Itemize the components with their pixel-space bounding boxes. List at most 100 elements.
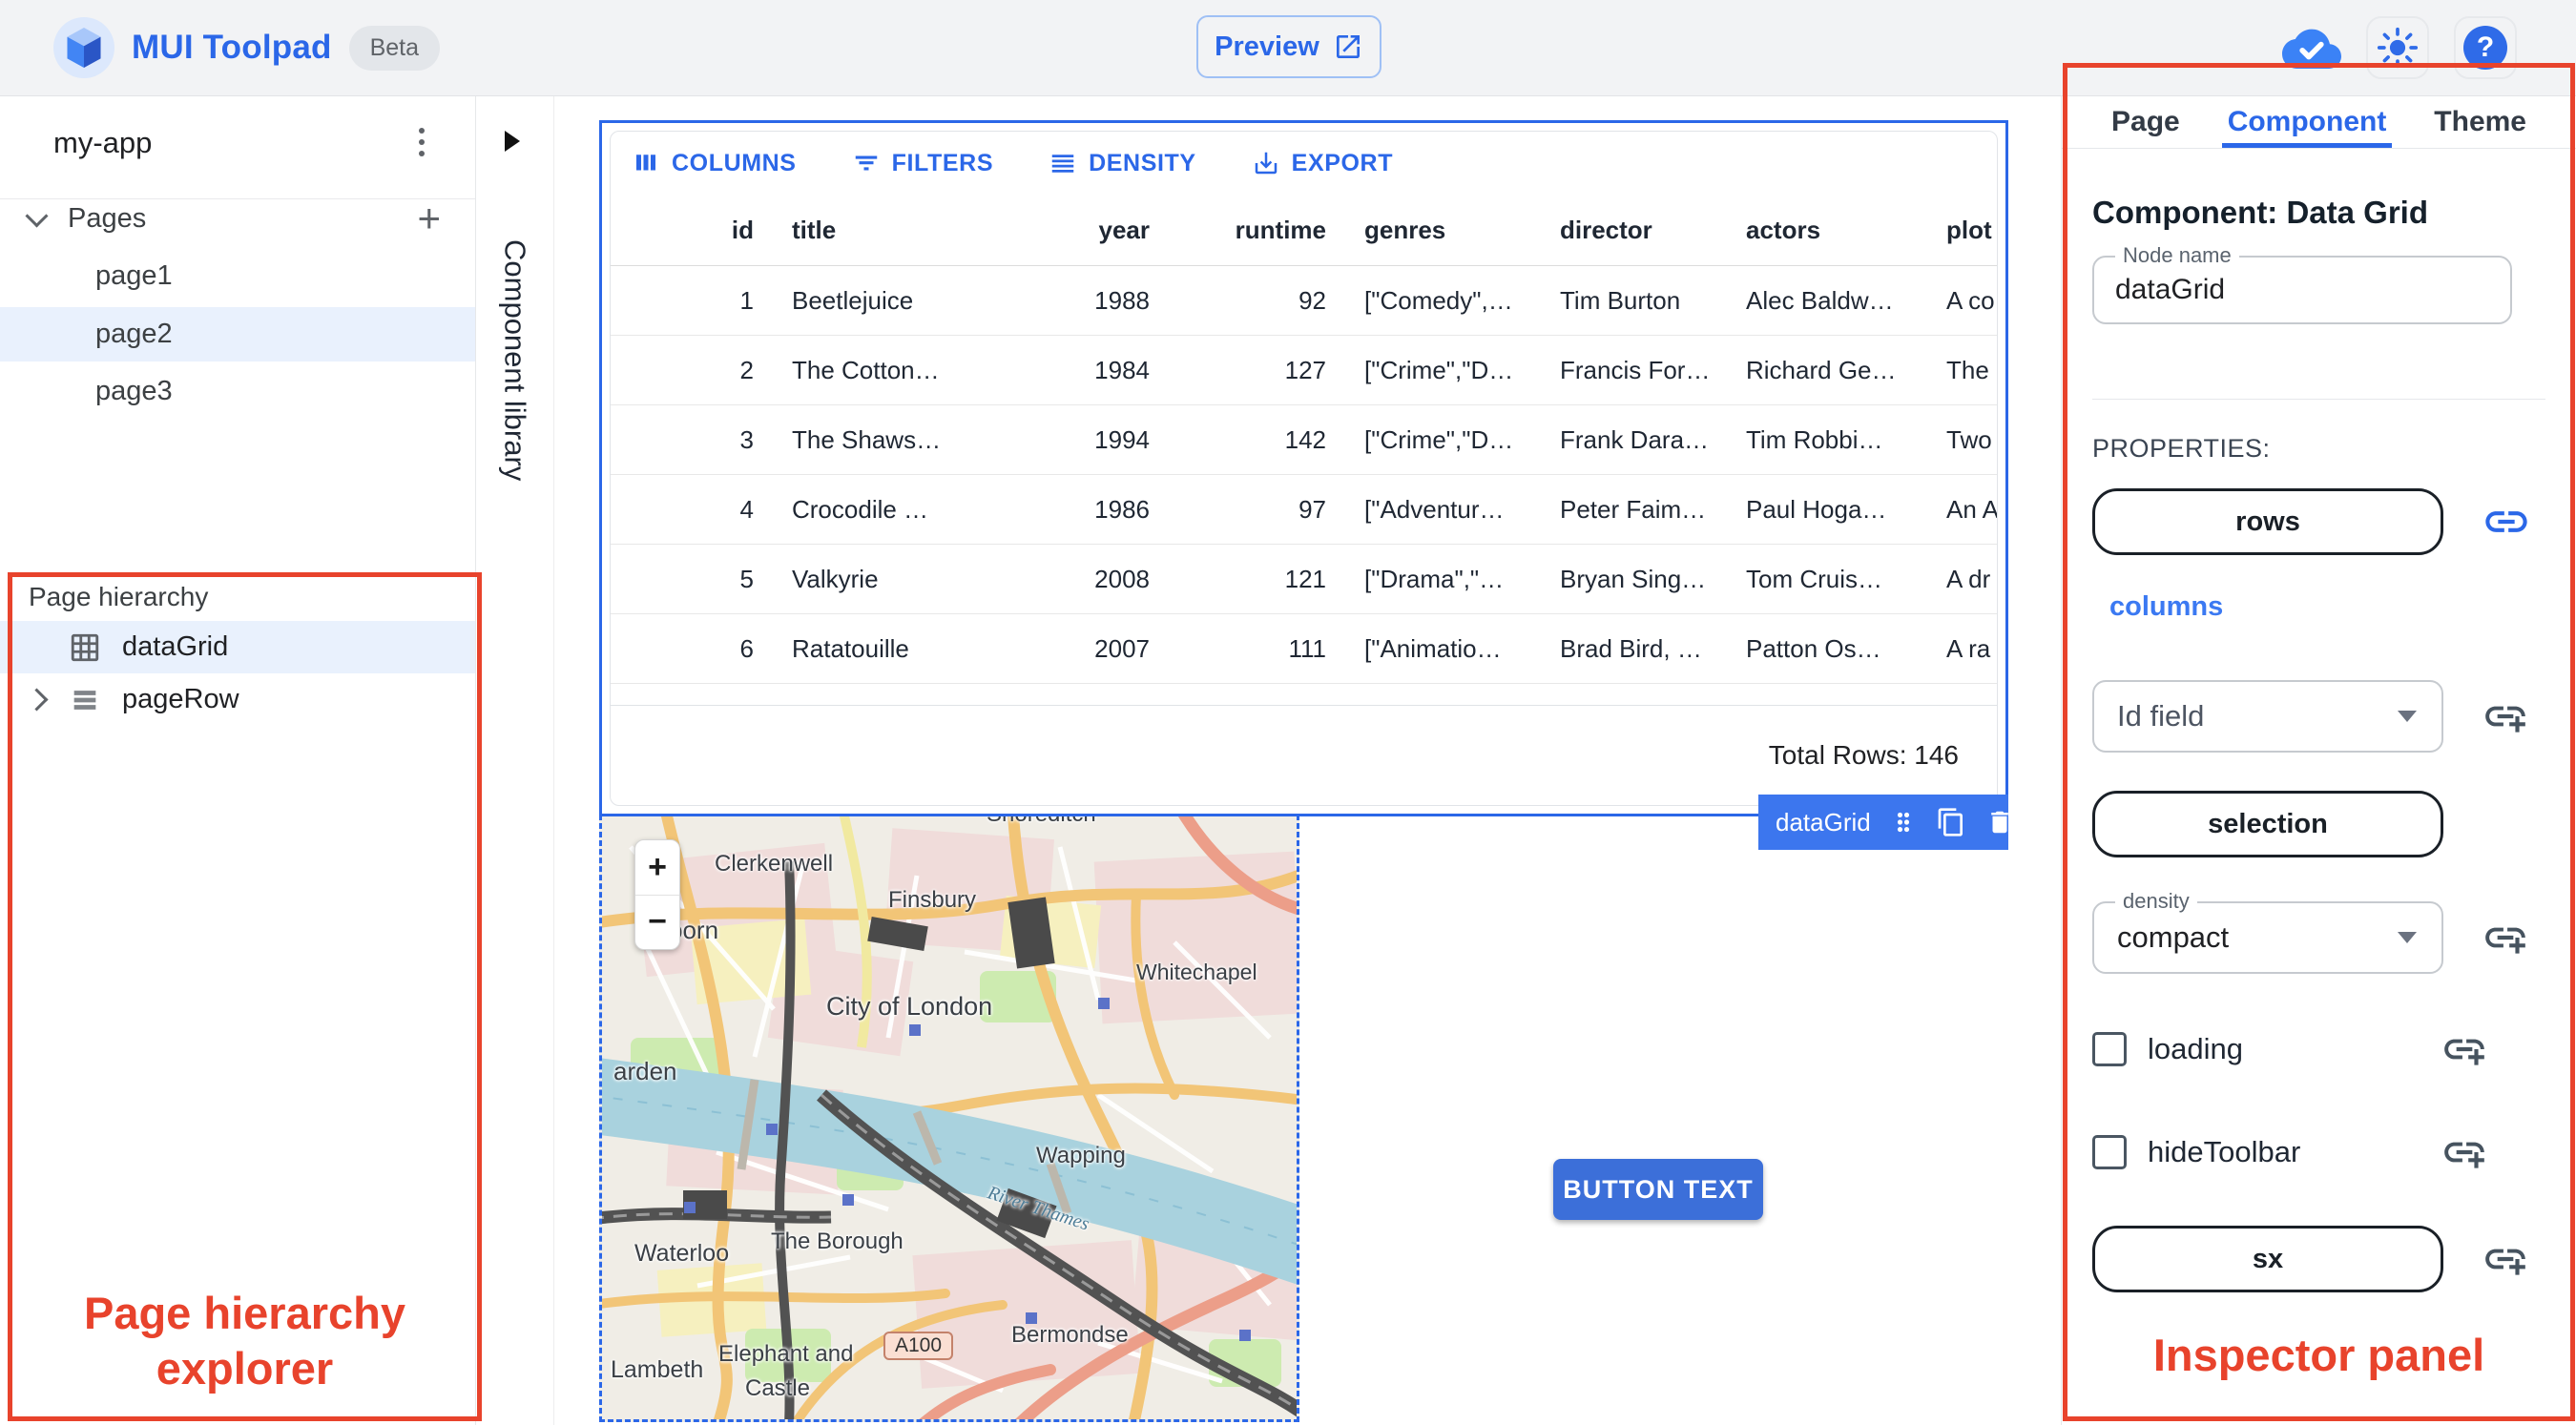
datagrid-component[interactable]: COLUMNS FILTERS DENSITY EXPORT id title ye… xyxy=(599,120,2008,816)
theme-toggle-button[interactable] xyxy=(2366,16,2429,79)
table-cell: 2007 xyxy=(1094,633,1150,663)
sidebar-item-page2[interactable]: page2 xyxy=(0,307,475,361)
density-button[interactable]: DENSITY xyxy=(1043,148,1202,178)
table-row[interactable]: 5 Valkyrie 2008 121 ["Drama","… Bryan Sing… To… xyxy=(611,545,1997,614)
chevron-down-icon[interactable] xyxy=(25,203,49,228)
page-label: page3 xyxy=(95,376,173,406)
columns-property-link[interactable]: columns xyxy=(2109,591,2223,622)
hidetoolbar-checkbox[interactable] xyxy=(2092,1135,2127,1169)
table-cell: Bryan Sing… xyxy=(1560,564,1707,593)
table-cell: 121 xyxy=(1284,564,1326,593)
view-columns-icon xyxy=(636,155,655,171)
id-field-add-binding-icon[interactable] xyxy=(2482,692,2529,740)
column-header-director[interactable]: director xyxy=(1541,216,1727,245)
component-heading: Component: Data Grid xyxy=(2092,195,2428,230)
datagrid-panel: COLUMNS FILTERS DENSITY EXPORT id title ye… xyxy=(610,131,1998,806)
drag-handle-icon[interactable] xyxy=(1890,809,1917,836)
column-header-actors[interactable]: actors xyxy=(1727,216,1927,245)
table-row[interactable]: 3 The Shaws… 1994 142 ["Crime","D… Frank Dara… xyxy=(611,405,1997,475)
toolpad-editor: MUI Toolpad Beta Preview ? my-app Pages … xyxy=(0,0,2576,1425)
column-header-runtime[interactable]: runtime xyxy=(1169,216,1345,245)
sx-property-button[interactable]: sx xyxy=(2092,1226,2443,1292)
table-cell: ["Animatio… xyxy=(1364,633,1502,663)
button-component[interactable]: BUTTON TEXT xyxy=(1553,1159,1763,1220)
table-cell: Paul Hoga… xyxy=(1746,494,1887,524)
map-label: Wapping xyxy=(1036,1143,1126,1168)
table-cell: 3 xyxy=(739,424,754,454)
preview-button[interactable]: Preview xyxy=(1196,15,1381,78)
table-cell: ["Crime","D… xyxy=(1364,424,1514,454)
app-menu-kebab-icon[interactable] xyxy=(401,121,443,163)
grid-icon xyxy=(69,631,101,664)
loading-checkbox[interactable] xyxy=(2092,1032,2127,1066)
table-cell: 6 xyxy=(739,633,754,663)
node-name-field[interactable]: Node name xyxy=(2092,243,2512,324)
tab-component[interactable]: Component xyxy=(2221,96,2392,148)
table-cell: Richard Ge… xyxy=(1746,355,1897,384)
table-cell: A co xyxy=(1946,285,1995,315)
hierarchy-item-pagerow[interactable]: pageRow xyxy=(0,673,475,726)
help-button[interactable]: ? xyxy=(2454,16,2517,79)
pages-section-header[interactable]: Pages + xyxy=(0,192,475,245)
column-header-plot[interactable]: plot xyxy=(1927,216,1997,245)
zoom-out-button[interactable]: − xyxy=(635,896,679,950)
table-cell: 2 xyxy=(739,355,754,384)
table-row[interactable]: 1 Beetlejuice 1988 92 ["Comedy",… Tim Burton A… xyxy=(611,266,1997,336)
density-label: DENSITY xyxy=(1089,149,1196,176)
add-page-button[interactable]: + xyxy=(417,198,441,238)
table-cell: 1986 xyxy=(1094,494,1150,524)
table-cell: A ra xyxy=(1946,633,1991,663)
preview-label: Preview xyxy=(1215,31,1319,62)
table-cell: 4 xyxy=(739,494,754,524)
id-field-value: Id field xyxy=(2117,699,2205,733)
filters-button[interactable]: FILTERS xyxy=(846,148,1000,178)
map-label: Lambeth xyxy=(611,1356,704,1383)
table-cell: Tim Robbi… xyxy=(1746,424,1883,454)
rows-property-button[interactable]: rows xyxy=(2092,488,2443,555)
table-row[interactable]: 4 Crocodile … 1986 97 ["Adventur… Peter Faim…… xyxy=(611,475,1997,545)
expand-panel-icon[interactable] xyxy=(505,131,520,152)
id-field-select[interactable]: Id field xyxy=(2092,680,2443,753)
sidebar-item-page3[interactable]: page3 xyxy=(0,364,475,419)
table-cell: 111 xyxy=(1288,633,1326,663)
selection-chip: dataGrid xyxy=(1758,795,2008,850)
hidetoolbar-add-binding-icon[interactable] xyxy=(2441,1128,2488,1176)
map-component[interactable]: Clerkenwell Finsbury Shoreditch Whitechapel… xyxy=(599,806,1299,1422)
hierarchy-item-datagrid[interactable]: dataGrid xyxy=(0,621,475,673)
delete-icon[interactable] xyxy=(1985,808,2014,836)
rows-binding-link-icon[interactable] xyxy=(2482,497,2531,547)
help-icon: ? xyxy=(2463,26,2507,70)
chevron-right-icon[interactable] xyxy=(25,688,49,712)
cloud-sync-icon[interactable] xyxy=(2282,27,2341,69)
page-label: page1 xyxy=(95,260,173,291)
zoom-in-button[interactable]: + xyxy=(635,840,679,896)
table-row[interactable]: 6 Ratatouille 2007 111 ["Animatio… Brad Bird,… xyxy=(611,614,1997,684)
density-icon xyxy=(1051,155,1074,173)
export-button[interactable]: EXPORT xyxy=(1246,148,1399,178)
density-select[interactable]: density compact xyxy=(2092,889,2443,974)
map-label: Finsbury xyxy=(888,887,977,913)
tab-theme[interactable]: Theme xyxy=(2434,96,2526,148)
tab-page[interactable]: Page xyxy=(2111,96,2180,148)
properties-label: PROPERTIES: xyxy=(2092,434,2271,463)
selection-property-button[interactable]: selection xyxy=(2092,791,2443,857)
table-cell: Alec Baldw… xyxy=(1746,285,1894,315)
map-labels: Clerkenwell Finsbury Shoreditch Whitechapel… xyxy=(602,809,1297,1419)
grid-header-row: id title year runtime genres director actors pl… xyxy=(611,195,1997,266)
dropdown-caret-icon xyxy=(2398,932,2417,943)
sidebar-item-page1[interactable]: page1 xyxy=(0,249,475,303)
table-cell: Frank Dara… xyxy=(1560,424,1710,454)
density-add-binding-icon[interactable] xyxy=(2482,914,2529,961)
column-header-genres[interactable]: genres xyxy=(1345,216,1541,245)
table-row[interactable]: 2 The Cotton… 1984 127 ["Crime","D… Francis F… xyxy=(611,336,1997,405)
page-hierarchy-panel: Page hierarchy dataGrid pageRow xyxy=(0,573,475,726)
loading-label: loading xyxy=(2148,1032,2243,1065)
column-header-id[interactable]: id xyxy=(611,216,773,245)
column-header-title[interactable]: title xyxy=(773,216,1011,245)
column-header-year[interactable]: year xyxy=(1011,216,1169,245)
node-name-input[interactable] xyxy=(2094,258,2510,322)
loading-add-binding-icon[interactable] xyxy=(2441,1025,2488,1073)
duplicate-icon[interactable] xyxy=(1936,807,1966,837)
sx-add-binding-icon[interactable] xyxy=(2482,1235,2529,1283)
columns-button[interactable]: COLUMNS xyxy=(626,148,802,178)
